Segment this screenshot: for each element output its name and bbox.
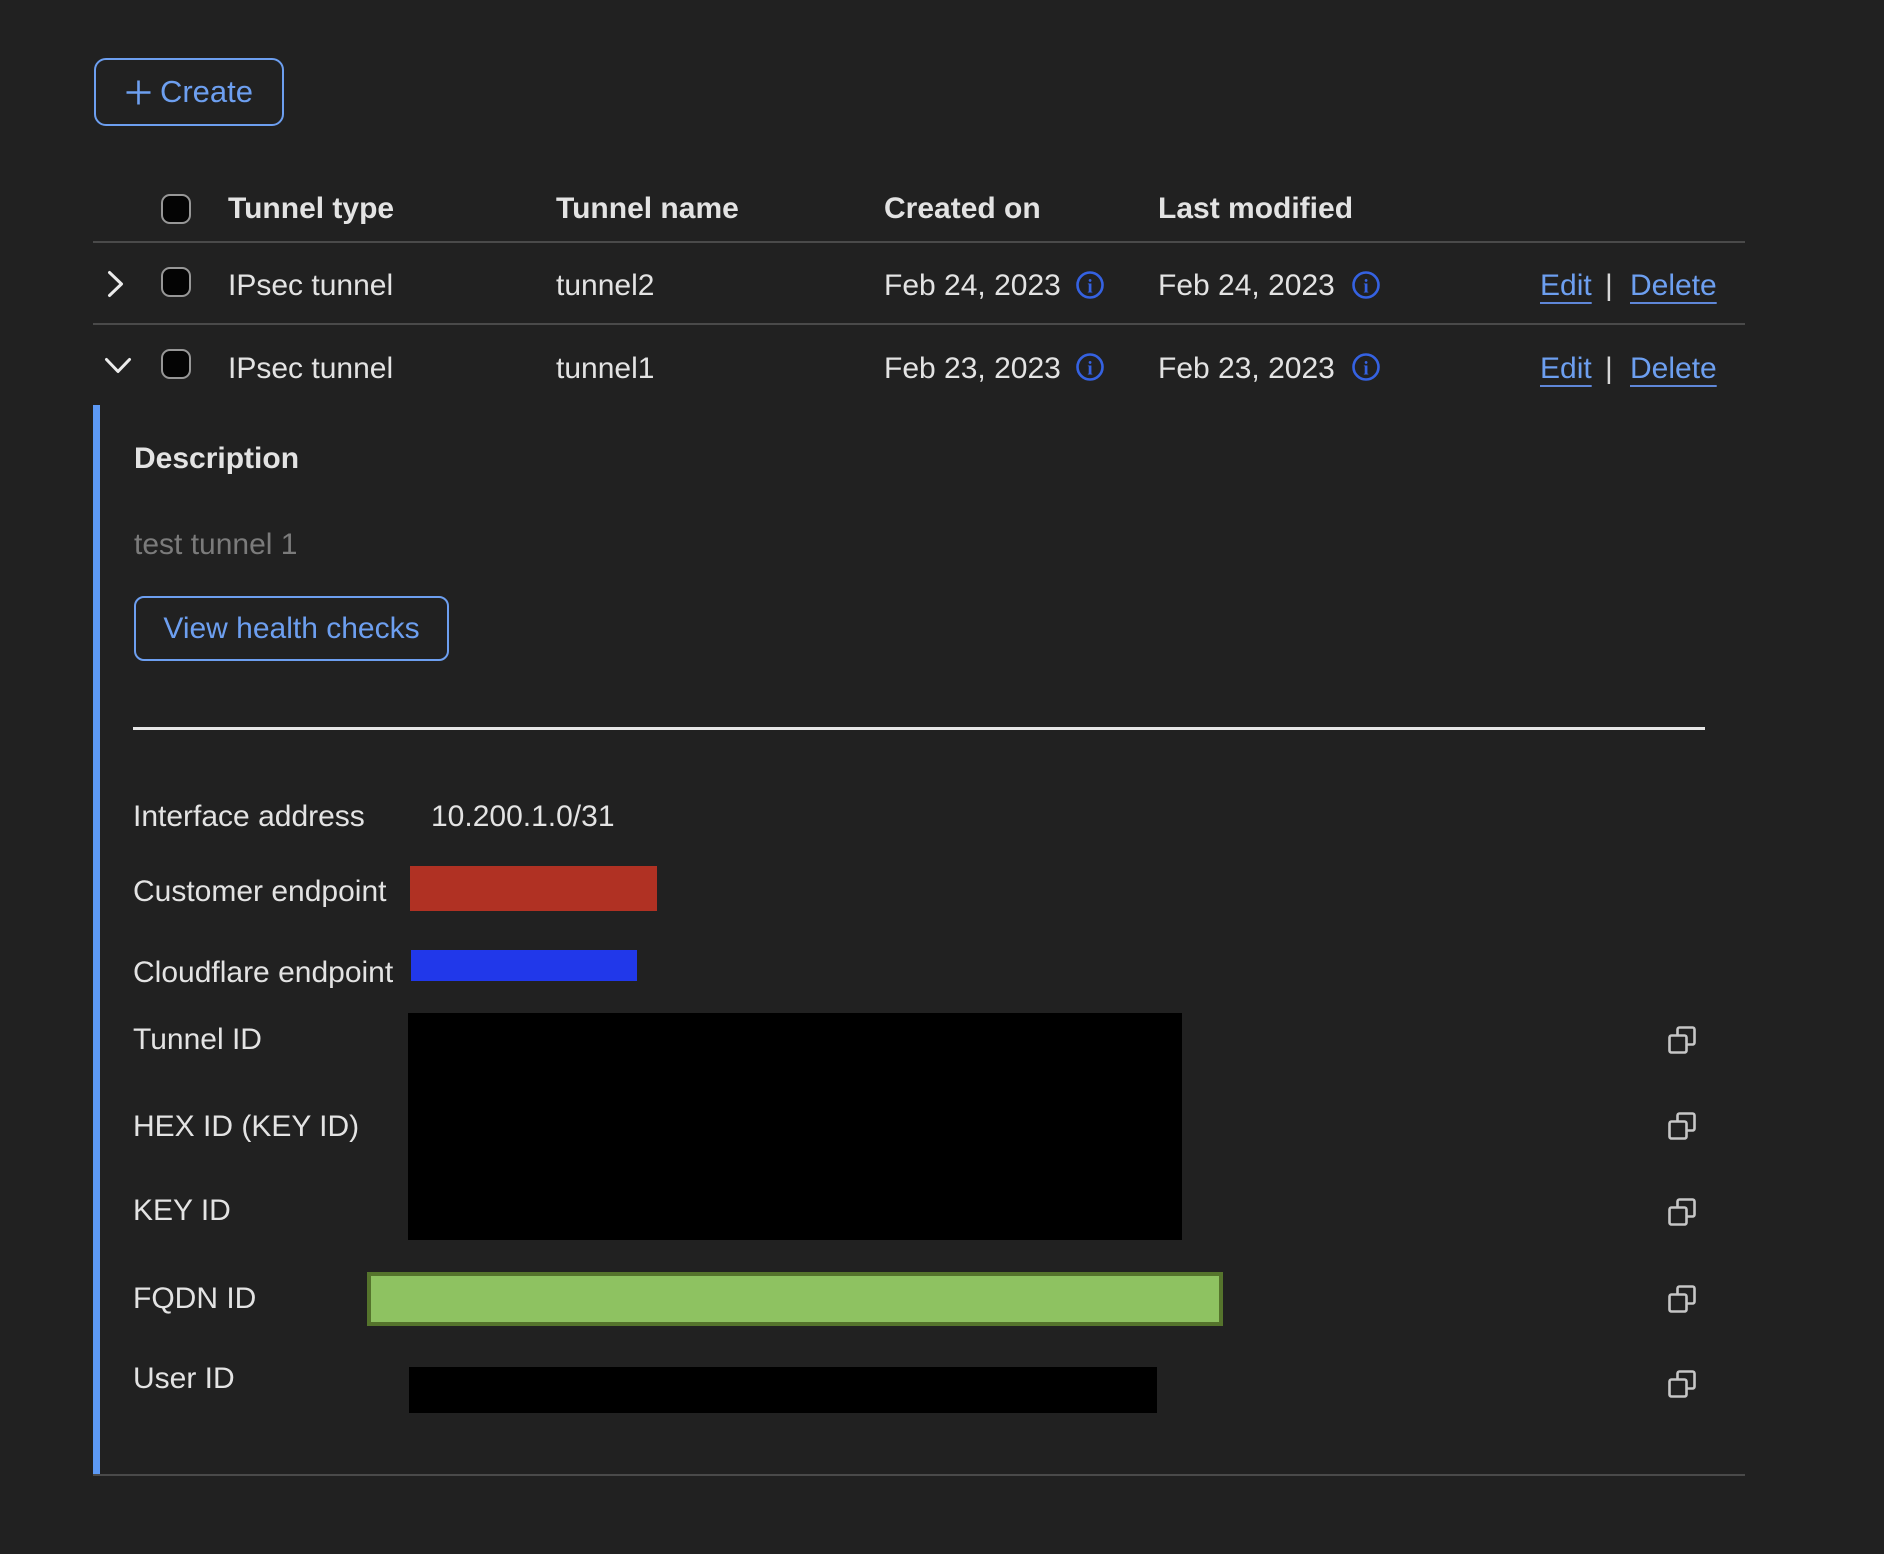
svg-text:i: i: [1363, 277, 1368, 298]
svg-text:i: i: [1087, 359, 1092, 380]
svg-text:i: i: [1087, 277, 1092, 298]
svg-text:i: i: [1363, 359, 1368, 380]
